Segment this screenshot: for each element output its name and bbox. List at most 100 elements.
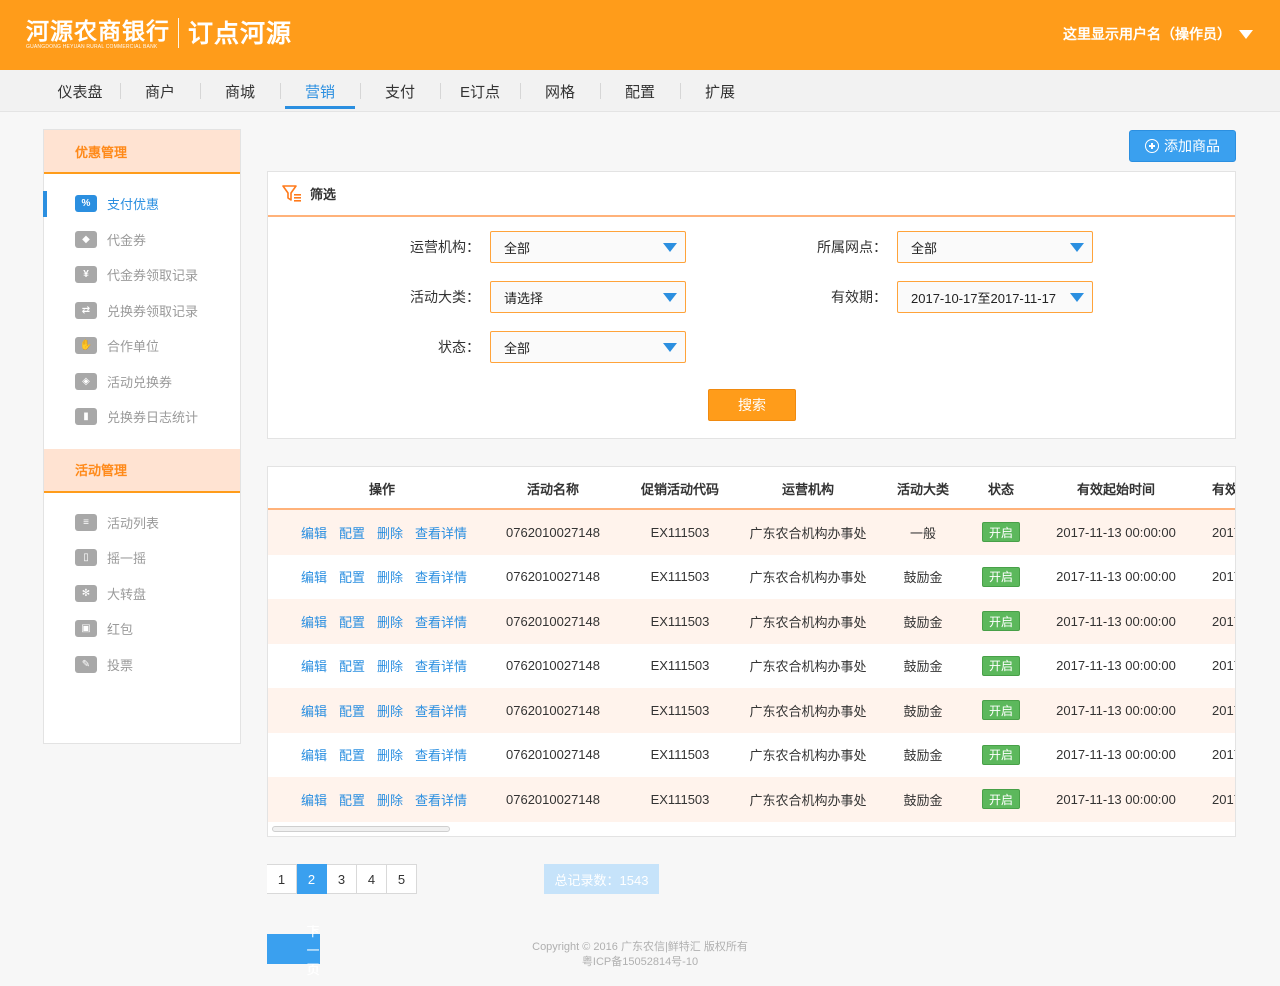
- org-select[interactable]: 全部: [490, 231, 686, 263]
- filter-panel: 筛选 运营机构： 全部 所属网点： 全部 活动大类： 请选择 有效期： 2017…: [267, 171, 1236, 439]
- nav-tab-6[interactable]: 网格: [520, 70, 600, 112]
- sidebar-group-activity[interactable]: 活动管理: [44, 448, 240, 493]
- cell-end: 2017-11-13 00:00:00: [1212, 613, 1235, 629]
- sidebar-item-group1-4[interactable]: ✋ 合作单位: [44, 328, 240, 364]
- sidebar-item-group2-4[interactable]: ✎ 投票: [44, 647, 240, 683]
- sidebar-item-label: 活动兑换券: [107, 374, 173, 390]
- sidebar-group-discount[interactable]: 优惠管理: [44, 130, 240, 174]
- column-header-4[interactable]: 活动大类: [880, 467, 966, 510]
- sidebar-item-group1-2[interactable]: ¥ 代金券领取记录: [44, 257, 240, 293]
- nav-tab-8[interactable]: 扩展: [680, 70, 760, 112]
- sidebar-item-group2-2[interactable]: ✻ 大转盘: [44, 576, 240, 612]
- delete-link[interactable]: 删除: [377, 790, 403, 809]
- category-select[interactable]: 请选择: [490, 281, 686, 313]
- nav-tab-4[interactable]: 支付: [360, 70, 440, 112]
- nav-tab-0[interactable]: 仪表盘: [40, 70, 120, 112]
- page-5-button[interactable]: 5: [387, 864, 417, 894]
- add-product-button[interactable]: 添加商品: [1129, 130, 1236, 162]
- view-details-link[interactable]: 查看详情: [415, 612, 467, 631]
- page-1-button[interactable]: 1: [267, 864, 297, 894]
- config-link[interactable]: 配置: [339, 745, 365, 764]
- sidebar-list-activity: ≡ 活动列表 ▯ 摇一摇 ✻ 大转盘 ▣ 红包 ✎ 投票: [44, 493, 240, 697]
- cell-category: 鼓励金: [903, 659, 943, 675]
- column-header-5[interactable]: 状态: [963, 467, 1039, 510]
- view-details-link[interactable]: 查看详情: [415, 790, 467, 809]
- edit-link[interactable]: 编辑: [301, 790, 327, 809]
- delete-link[interactable]: 删除: [377, 567, 403, 586]
- sidebar-item-group1-6[interactable]: ▮ 兑换券日志统计: [44, 399, 240, 435]
- cell-category: 鼓励金: [903, 748, 943, 764]
- edit-link[interactable]: 编辑: [301, 567, 327, 586]
- edit-link[interactable]: 编辑: [301, 745, 327, 764]
- view-details-link[interactable]: 查看详情: [415, 523, 467, 542]
- view-details-link[interactable]: 查看详情: [415, 701, 467, 720]
- cell-name: 0762010027148: [506, 524, 600, 540]
- view-details-link[interactable]: 查看详情: [415, 745, 467, 764]
- period-select[interactable]: 2017-10-17至2017-11-17: [897, 281, 1093, 313]
- view-details-link[interactable]: 查看详情: [415, 656, 467, 675]
- nav-tab-1[interactable]: 商户: [120, 70, 200, 112]
- tag-icon: ◈: [75, 372, 97, 390]
- sidebar-item-group1-1[interactable]: ◆ 代金券: [44, 222, 240, 258]
- page-3-button[interactable]: 3: [327, 864, 357, 894]
- delete-link[interactable]: 删除: [377, 701, 403, 720]
- config-link[interactable]: 配置: [339, 701, 365, 720]
- column-header-0[interactable]: 操作: [268, 467, 496, 510]
- dropdown-caret-icon: [663, 293, 677, 302]
- horizontal-scrollbar[interactable]: [272, 826, 450, 832]
- cell-code: EX111503: [650, 613, 710, 629]
- sidebar-item-group2-3[interactable]: ▣ 红包: [44, 611, 240, 647]
- column-header-6[interactable]: 有效起始时间: [1036, 467, 1196, 510]
- bank-name: 河源农商银行: [26, 18, 170, 44]
- sidebar-item-group2-0[interactable]: ≡ 活动列表: [44, 505, 240, 541]
- cell-end: 2017-11-13 00:00:00: [1212, 702, 1235, 718]
- delete-link[interactable]: 删除: [377, 523, 403, 542]
- exchange-record-icon: ⇄: [75, 301, 97, 319]
- cell-code: EX111503: [650, 791, 710, 807]
- user-menu[interactable]: 这里显示用户名（操作员）: [1063, 24, 1253, 44]
- edit-link[interactable]: 编辑: [301, 523, 327, 542]
- config-link[interactable]: 配置: [339, 567, 365, 586]
- cell-code: EX111503: [650, 702, 710, 718]
- config-link[interactable]: 配置: [339, 612, 365, 631]
- column-header-7[interactable]: 有效结束时间: [1184, 467, 1235, 510]
- page-4-button[interactable]: 4: [357, 864, 387, 894]
- config-link[interactable]: 配置: [339, 656, 365, 675]
- page-2-button[interactable]: 2: [297, 864, 327, 894]
- filter-header: 筛选: [268, 172, 1235, 217]
- edit-link[interactable]: 编辑: [301, 612, 327, 631]
- table-row: 编辑 配置 删除 查看详情 0762010027148 EX111503 广东农合机构办事处…: [268, 555, 1235, 600]
- sidebar-item-group1-3[interactable]: ⇄ 兑换券领取记录: [44, 293, 240, 329]
- delete-link[interactable]: 删除: [377, 745, 403, 764]
- column-header-3[interactable]: 运营机构: [728, 467, 888, 510]
- branch-select[interactable]: 全部: [897, 231, 1093, 263]
- row-actions: 编辑 配置 删除 查看详情: [268, 644, 496, 689]
- config-link[interactable]: 配置: [339, 790, 365, 809]
- nav-tab-7[interactable]: 配置: [600, 70, 680, 112]
- edit-link[interactable]: 编辑: [301, 656, 327, 675]
- cell-start: 2017-11-13 00:00:00: [1056, 613, 1176, 629]
- table-row: 编辑 配置 删除 查看详情 0762010027148 EX111503 广东农合机构办事处…: [268, 510, 1235, 555]
- logo[interactable]: 河源农商银行 GUANGDONG HEYUAN RURAL COMMERCIAL…: [26, 18, 292, 51]
- coupon-record-icon: ¥: [75, 266, 97, 284]
- sidebar-item-group2-1[interactable]: ▯ 摇一摇: [44, 540, 240, 576]
- cell-org: 广东农合机构办事处: [749, 525, 867, 541]
- sidebar-item-label: 兑换券日志统计: [107, 410, 199, 426]
- column-header-1[interactable]: 活动名称: [473, 467, 633, 510]
- sidebar-item-group1-5[interactable]: ◈ 活动兑换券: [44, 364, 240, 400]
- status-select[interactable]: 全部: [490, 331, 686, 363]
- nav-tab-3[interactable]: 营销: [280, 70, 360, 112]
- view-details-link[interactable]: 查看详情: [415, 567, 467, 586]
- delete-link[interactable]: 删除: [377, 656, 403, 675]
- status-badge: 开启: [982, 744, 1020, 765]
- cell-start: 2017-11-13 00:00:00: [1056, 791, 1176, 807]
- edit-link[interactable]: 编辑: [301, 701, 327, 720]
- nav-tab-2[interactable]: 商城: [200, 70, 280, 112]
- sidebar-item-group1-0[interactable]: % 支付优惠: [43, 186, 240, 222]
- delete-link[interactable]: 删除: [377, 612, 403, 631]
- cell-org: 广东农合机构办事处: [749, 659, 867, 675]
- config-link[interactable]: 配置: [339, 523, 365, 542]
- nav-tab-5[interactable]: E订点: [440, 70, 520, 112]
- column-header-2[interactable]: 促销活动代码: [620, 467, 740, 510]
- search-button[interactable]: 搜索: [708, 389, 796, 421]
